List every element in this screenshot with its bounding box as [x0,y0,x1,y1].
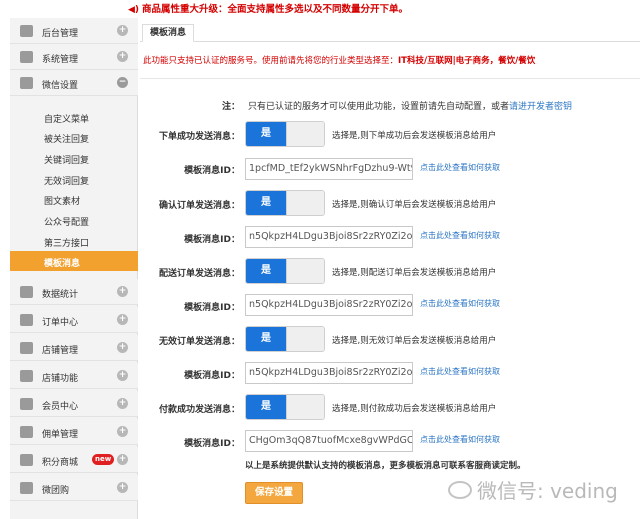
home-icon [20,25,33,37]
list-icon [20,426,33,438]
order-success-label: 下单成功发送消息： [158,132,240,142]
user-icon [20,398,33,410]
announcement-banner: ◀) 商品属性重大升级：全面支持属性多选以及不同数量分开下单。 [0,0,640,15]
announcement-text: ◀) 商品属性重大升级：全面支持属性多选以及不同数量分开下单。 [128,4,409,15]
sidebar: 后台管理 + 系统管理 + 微信设置 − 自定义菜单 被关注回复 关键词回复 无… [10,18,138,519]
expand-icon[interactable]: + [117,454,128,465]
sidebar-group-label: 后台管理 [42,29,79,39]
template-id-label: 模板消息ID： [184,439,240,449]
sidebar-group-wechat[interactable]: 微信设置 − [10,70,138,96]
how-to-get-link[interactable]: 点击此处查看如何获取 [420,230,500,241]
tab-bar: 模板消息 [140,18,640,42]
footnote: 以上是系统提供默认支持的模板消息，更多模板消息可联系客服商读定制。 [245,461,526,471]
mail-icon [20,77,33,89]
pie-chart-icon [20,286,33,298]
tab-template-message[interactable]: 模板消息 [142,24,195,42]
sidebar-group-label: 店铺功能 [42,374,79,384]
new-badge: new [92,454,115,465]
confirm-order-desc: 选择是,则确认订单后会发送模板消息给用户 [332,200,497,210]
sidebar-group-label: 微信设置 [42,81,79,91]
expand-icon[interactable]: + [117,51,128,62]
expand-icon[interactable]: + [117,286,128,297]
template-id-label: 模板消息ID： [184,166,240,176]
sidebar-item-follow-reply[interactable]: 被关注回复 [10,127,138,147]
how-to-get-link[interactable]: 点击此处查看如何获取 [420,366,500,377]
payment-success-template-id-input[interactable]: CHgOm3qQ87tuofMcxe8gvWPdGCXIC [245,430,413,452]
invalid-order-toggle[interactable]: 是 [245,326,325,352]
confirm-order-template-id-input[interactable]: n5QkpzH4LDgu3Bjoi8Sr2zRY0Zi2o-fhC [245,226,413,248]
sidebar-group-points-mall[interactable]: 积分商城 new + [10,447,138,473]
sidebar-group-label: 系统管理 [42,55,79,65]
sidebar-item-invalid-reply[interactable]: 无效词回复 [10,169,138,189]
expand-icon[interactable]: + [117,398,128,409]
sidebar-item-account-config[interactable]: 公众号配置 [10,210,138,230]
grid-icon [20,51,33,63]
order-success-desc: 选择是,则下单成功后会发送模板消息给用户 [332,131,497,141]
how-to-get-link[interactable]: 点击此处查看如何获取 [420,298,500,309]
watermark: 微信号: veding [448,475,618,504]
confirm-order-label: 确认订单发送消息： [158,201,240,211]
how-to-get-link[interactable]: 点击此处查看如何获取 [420,434,500,445]
sidebar-group-label: 积分商城 [42,458,79,468]
sidebar-group-store[interactable]: 店铺管理 + [10,335,138,361]
sidebar-group-label: 佣单管理 [42,430,79,440]
sidebar-group-group-buy[interactable]: 微团购 + [10,475,138,501]
save-button[interactable]: 保存设置 [245,482,303,504]
industry-notice: 此功能只支持已认证的服务号。使用前请先将您的行业类型选择至：IT科技/互联网|电… [143,56,536,66]
payment-success-label: 付款成功发送消息： [158,405,240,415]
sidebar-item-keyword-reply[interactable]: 关键词回复 [10,148,138,168]
note-text: 只有已认证的服务才可以使用此功能，设置前请先自动配置，或者请进开发者密钥 [248,102,573,112]
developer-key-link[interactable]: 请进开发者密钥 [509,102,572,112]
wechat-icon [448,480,472,499]
sidebar-group-label: 数据统计 [42,290,79,300]
sidebar-group-label: 店铺管理 [42,346,79,356]
template-id-label: 模板消息ID： [184,303,240,313]
how-to-get-link[interactable]: 点击此处查看如何获取 [420,162,500,173]
order-icon [20,314,33,326]
expand-icon[interactable]: + [117,314,128,325]
plus-icon [20,370,33,382]
sidebar-group-system[interactable]: 系统管理 + [10,44,138,70]
template-id-label: 模板消息ID： [184,235,240,245]
expand-icon[interactable]: + [117,426,128,437]
sidebar-group-label: 订单中心 [42,318,79,328]
sidebar-item-media[interactable]: 图文素材 [10,189,138,209]
sidebar-group-stats[interactable]: 数据统计 + [10,279,138,305]
delivery-order-template-id-input[interactable]: n5QkpzH4LDgu3Bjoi8Sr2zRY0Zi2o-fhC [245,294,413,316]
invalid-order-template-id-input[interactable]: n5QkpzH4LDgu3Bjoi8Sr2zRY0Zi2o-fhC [245,362,413,384]
order-success-template-id-input[interactable]: 1pcfMD_tEf2ykWSNhrFgDzhu9-Wt9-6 [245,158,413,180]
delivery-order-desc: 选择是,则配送订单后会发送模板消息给用户 [332,268,497,278]
order-success-toggle[interactable]: 是 [245,121,325,147]
payment-success-desc: 选择是,则付款成功后会发送模板消息给用户 [332,404,497,414]
sidebar-item-custom-menu[interactable]: 自定义菜单 [10,107,138,127]
gift-icon [20,454,33,466]
template-id-label: 模板消息ID： [184,371,240,381]
expand-icon[interactable]: + [117,370,128,381]
expand-icon[interactable]: + [117,482,128,493]
divider [140,78,640,79]
delivery-order-label: 配送订单发送消息： [158,269,240,279]
delivery-order-toggle[interactable]: 是 [245,258,325,284]
sidebar-group-admin[interactable]: 后台管理 + [10,18,138,44]
sidebar-group-label: 微团购 [42,486,70,496]
note-label: 注： [221,102,240,112]
sidebar-item-template-message[interactable]: 模板消息 [10,251,138,271]
speaker-icon: ◀) [128,5,140,15]
expand-icon[interactable]: + [117,25,128,36]
group-icon [20,482,33,494]
sidebar-group-store-features[interactable]: 店铺功能 + [10,363,138,389]
collapse-icon[interactable]: − [117,77,128,88]
sidebar-group-label: 会员中心 [42,402,79,412]
sidebar-group-commission[interactable]: 佣单管理 + [10,419,138,445]
sidebar-group-orders[interactable]: 订单中心 + [10,307,138,333]
payment-success-toggle[interactable]: 是 [245,394,325,420]
invalid-order-label: 无效订单发送消息： [158,337,240,347]
expand-icon[interactable]: + [117,342,128,353]
invalid-order-desc: 选择是,则无效订单后会发送模板消息给用户 [332,336,497,346]
store-icon [20,342,33,354]
confirm-order-toggle[interactable]: 是 [245,190,325,216]
sidebar-group-members[interactable]: 会员中心 + [10,391,138,417]
sidebar-item-third-party[interactable]: 第三方接口 [10,231,138,251]
main-content: 模板消息 此功能只支持已认证的服务号。使用前请先将您的行业类型选择至：IT科技/… [140,18,640,519]
